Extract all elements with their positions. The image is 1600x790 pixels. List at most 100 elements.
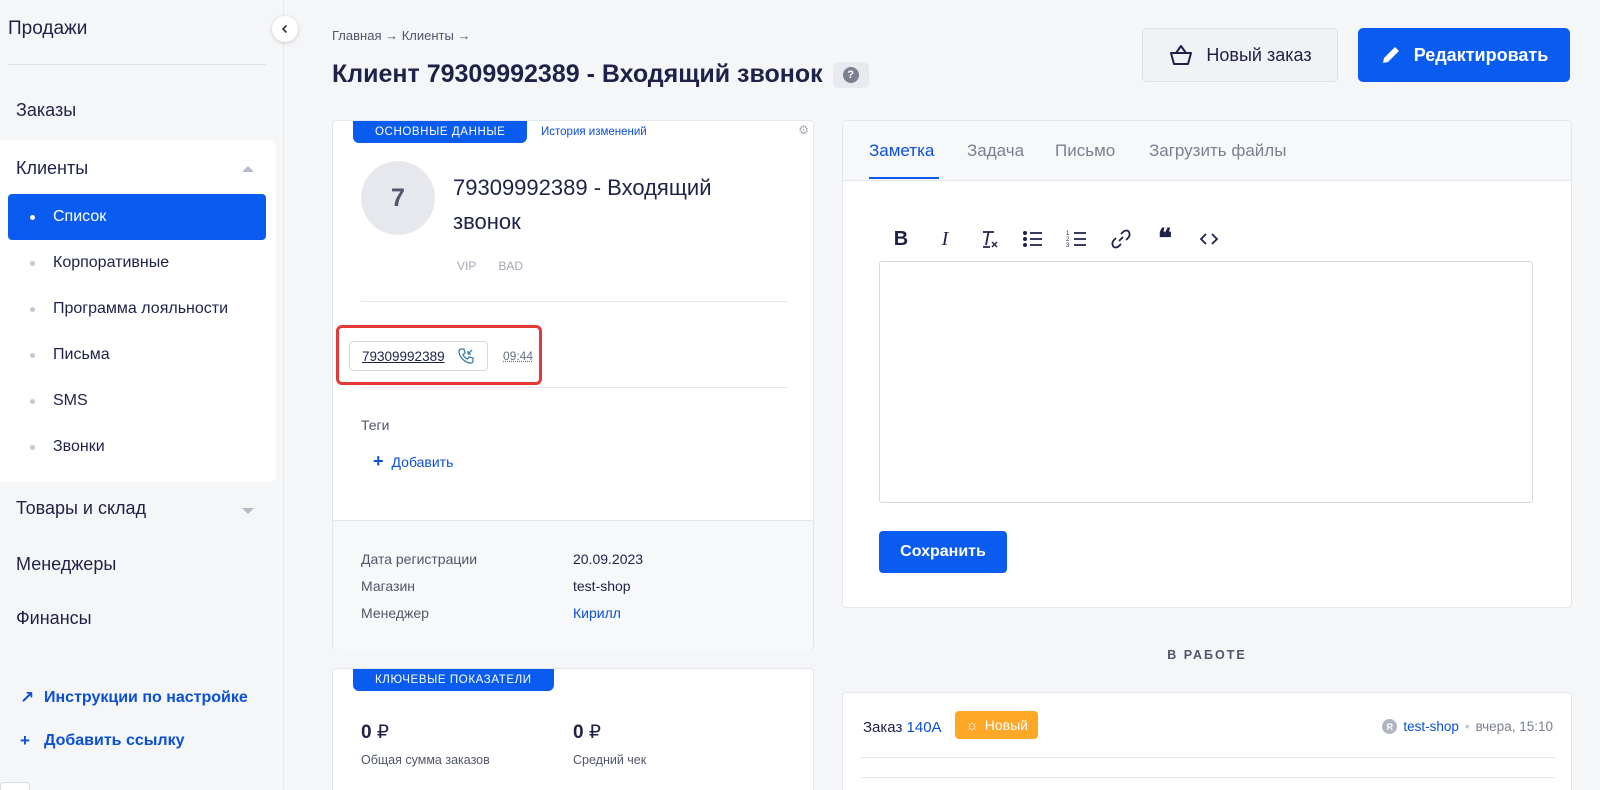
- sidebar-item-finance[interactable]: Финансы: [16, 608, 92, 629]
- sidebar-subitem-letters[interactable]: Письма: [8, 332, 266, 378]
- edit-button[interactable]: Редактировать: [1358, 28, 1570, 82]
- bullet-icon: [30, 353, 35, 358]
- basket-icon: [1168, 44, 1194, 66]
- collapse-sidebar-button[interactable]: [272, 16, 298, 42]
- sidebar-link-instructions[interactable]: ↗ Инструкции по настройке: [20, 688, 248, 708]
- divider: [361, 301, 787, 302]
- kpi-value: 0: [361, 722, 372, 743]
- order-title: Заказ 140А: [863, 719, 942, 736]
- code-glyph: [1199, 229, 1219, 249]
- sidebar-subitem-loyalty[interactable]: Программа лояльности: [8, 286, 266, 332]
- sidebar-item-goods[interactable]: Товары и склад: [16, 498, 146, 519]
- svg-text:3: 3: [1066, 243, 1070, 249]
- client-info: Дата регистрации 20.09.2023 Магазин test…: [333, 520, 813, 650]
- plus-icon: +: [20, 731, 44, 751]
- info-label: Магазин: [361, 578, 415, 594]
- info-label: Менеджер: [361, 605, 429, 621]
- kpi-card: КЛЮЧЕВЫЕ ПОКАЗАТЕЛИ 0 ₽ Общая сумма зака…: [332, 668, 814, 790]
- sidebar-section-sales[interactable]: Продажи: [8, 18, 87, 40]
- sidebar-subitem-label: SMS: [53, 392, 88, 410]
- order-number-link[interactable]: 140А: [907, 719, 942, 736]
- kpi-caption: Средний чек: [573, 753, 646, 767]
- bad-badge[interactable]: BAD: [498, 259, 523, 273]
- add-tag-button[interactable]: + Добавить: [373, 451, 453, 472]
- numbered-list-glyph: 123: [1066, 228, 1088, 250]
- kpi-value: 0: [573, 722, 584, 743]
- new-order-label: Новый заказ: [1206, 45, 1311, 66]
- help-button[interactable]: ?: [833, 62, 869, 88]
- tab-change-history[interactable]: История изменений: [541, 121, 647, 143]
- sidebar-link-add[interactable]: + Добавить ссылку: [20, 731, 184, 751]
- chevron-up-icon[interactable]: [242, 166, 254, 172]
- shop-icon: R: [1382, 719, 1397, 734]
- sidebar-subitem-label: Письма: [53, 346, 110, 364]
- call-time: 09:44: [503, 349, 533, 363]
- tab-main-data[interactable]: ОСНОВНЫЕ ДАННЫЕ: [353, 121, 527, 143]
- divider: [861, 757, 1555, 758]
- add-tag-label: Добавить: [392, 454, 454, 470]
- page-title: Клиент 79309992389 - Входящий звонок ?: [332, 60, 869, 89]
- clear-format-icon[interactable]: [977, 227, 1001, 251]
- italic-icon[interactable]: I: [933, 227, 957, 251]
- editor-toolbar: B I 123 ❝: [889, 227, 1221, 251]
- link-glyph: [1110, 228, 1132, 250]
- bullet-icon: [30, 445, 35, 450]
- sidebar-subitem-sms[interactable]: SMS: [8, 378, 266, 424]
- arrow-up-right-icon: ↗: [20, 688, 44, 708]
- shop-link[interactable]: test-shop: [1403, 719, 1459, 734]
- sidebar-footer-tab[interactable]: [0, 782, 30, 790]
- average-check: 0 ₽: [573, 721, 601, 744]
- phone-number-chip[interactable]: 79309992389: [349, 341, 488, 371]
- note-editor[interactable]: [879, 261, 1533, 503]
- sidebar-subitem-list[interactable]: Список: [8, 194, 266, 240]
- phone-number[interactable]: 79309992389: [362, 349, 445, 364]
- tab-task[interactable]: Задача: [967, 141, 1024, 161]
- currency: ₽: [377, 722, 389, 743]
- note-tabs: Заметка Задача Письмо Загрузить файлы: [843, 121, 1571, 181]
- code-icon[interactable]: [1197, 227, 1221, 251]
- bullet-icon: [30, 307, 35, 312]
- bold-icon[interactable]: B: [889, 227, 913, 251]
- bullet-list-glyph: [1022, 228, 1044, 250]
- sidebar-link-label: Добавить ссылку: [44, 732, 184, 750]
- sidebar: Продажи Заказы Клиенты Список Корпоратив…: [0, 0, 284, 790]
- sidebar-item-managers[interactable]: Менеджеры: [16, 554, 116, 575]
- tab-key-indicators[interactable]: КЛЮЧЕВЫЕ ПОКАЗАТЕЛИ: [353, 669, 554, 691]
- pencil-icon: [1380, 44, 1402, 66]
- breadcrumb[interactable]: Главная → Клиенты →: [332, 28, 470, 43]
- order-time: вчера, 15:10: [1476, 719, 1553, 734]
- tab-note[interactable]: Заметка: [869, 141, 934, 161]
- sidebar-item-orders[interactable]: Заказы: [16, 100, 76, 121]
- sidebar-subitem-corporate[interactable]: Корпоративные: [8, 240, 266, 286]
- sidebar-item-clients[interactable]: Клиенты: [16, 158, 88, 179]
- client-card: ОСНОВНЫЕ ДАННЫЕ История изменений ⚙ 7 79…: [332, 120, 814, 650]
- bullet-list-icon[interactable]: [1021, 227, 1045, 251]
- sidebar-subitem-label: Звонки: [53, 438, 105, 456]
- sidebar-subitem-calls[interactable]: Звонки: [8, 424, 266, 470]
- numbered-list-icon[interactable]: 123: [1065, 227, 1089, 251]
- clear-format-glyph: [978, 228, 1000, 250]
- shop-value: test-shop: [573, 578, 631, 594]
- sidebar-subitem-label: Список: [53, 208, 106, 226]
- incoming-call-icon[interactable]: [457, 347, 475, 365]
- save-button[interactable]: Сохранить: [879, 531, 1007, 573]
- page-title-text: Клиент 79309992389 - Входящий звонок: [332, 60, 823, 89]
- in-work-heading: В РАБОТЕ: [842, 648, 1572, 662]
- order-card: Заказ 140А ☼ Новый R test-shop • вчера, …: [842, 692, 1572, 790]
- separator-dot: •: [1465, 719, 1470, 734]
- quote-icon[interactable]: ❝: [1153, 227, 1177, 251]
- tab-upload-files[interactable]: Загрузить файлы: [1149, 141, 1286, 161]
- gear-icon[interactable]: ⚙: [798, 123, 809, 137]
- currency: ₽: [589, 722, 601, 743]
- question-icon: ?: [843, 67, 859, 83]
- link-icon[interactable]: [1109, 227, 1133, 251]
- manager-link[interactable]: Кирилл: [573, 605, 621, 621]
- vip-badge[interactable]: VIP: [457, 259, 476, 273]
- divider: [8, 64, 266, 65]
- bullet-icon: [30, 261, 35, 266]
- chevron-down-icon[interactable]: [242, 508, 254, 514]
- new-order-button[interactable]: Новый заказ: [1142, 28, 1338, 82]
- note-card: Заметка Задача Письмо Загрузить файлы B …: [842, 120, 1572, 608]
- sidebar-link-label: Инструкции по настройке: [44, 689, 248, 707]
- tab-letter[interactable]: Письмо: [1055, 141, 1115, 161]
